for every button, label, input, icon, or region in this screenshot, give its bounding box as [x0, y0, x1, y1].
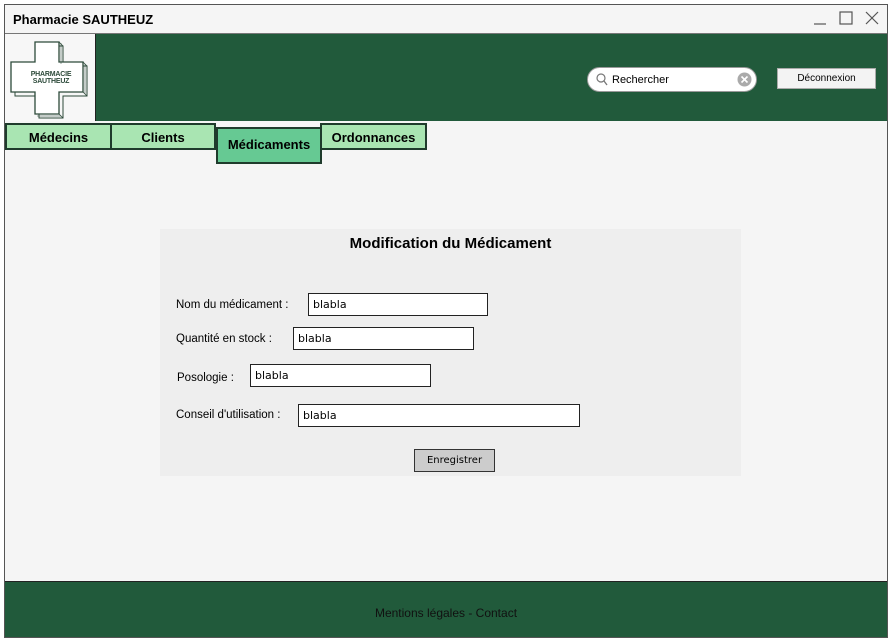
clear-search-icon[interactable] — [737, 72, 752, 92]
maximize-icon[interactable] — [837, 8, 855, 28]
minimize-icon[interactable] — [811, 8, 829, 28]
usage-advice-input[interactable] — [298, 404, 580, 427]
form-title: Modification du Médicament — [349, 235, 552, 252]
pharmacy-logo: PHARMACIE SAUTHEUZ — [5, 34, 96, 121]
tab-medecins[interactable]: Médecins — [5, 123, 112, 150]
header-bar: PHARMACIE SAUTHEUZ Déconnexion — [5, 34, 887, 121]
window-title: Pharmacie SAUTHEUZ — [13, 12, 154, 27]
search-icon — [596, 73, 608, 91]
close-icon[interactable] — [863, 8, 881, 28]
tab-ordonnances[interactable]: Ordonnances — [320, 123, 427, 150]
field-label-posologie: Posologie : — [177, 372, 234, 384]
logout-button[interactable]: Déconnexion — [777, 68, 876, 89]
field-label-nom: Nom du médicament : — [176, 299, 289, 311]
logo-label: PHARMACIE SAUTHEUZ — [30, 71, 72, 85]
field-label-conseil: Conseil d'utilisation : — [176, 409, 281, 421]
tab-medicaments[interactable]: Médicaments — [216, 127, 322, 164]
save-button[interactable]: Enregistrer — [414, 449, 495, 472]
search-input[interactable] — [612, 72, 722, 88]
app-window: Pharmacie SAUTHEUZ PHARMACIE SAUTHEUZ Re… — [4, 4, 888, 638]
stock-quantity-input[interactable] — [293, 327, 474, 350]
medication-name-input[interactable] — [308, 293, 488, 316]
search-box[interactable] — [587, 67, 757, 92]
footer-links[interactable]: Mentions légales - Contact — [5, 606, 887, 620]
edit-medication-panel: Modification du Médicament Nom du médica… — [160, 229, 741, 476]
title-bar: Pharmacie SAUTHEUZ — [5, 5, 887, 34]
tab-clients[interactable]: Clients — [110, 123, 216, 150]
window-controls — [811, 8, 881, 28]
footer: Mentions légales - Contact — [5, 581, 887, 637]
dosage-input[interactable] — [250, 364, 431, 387]
field-label-quantite: Quantité en stock : — [176, 333, 272, 345]
